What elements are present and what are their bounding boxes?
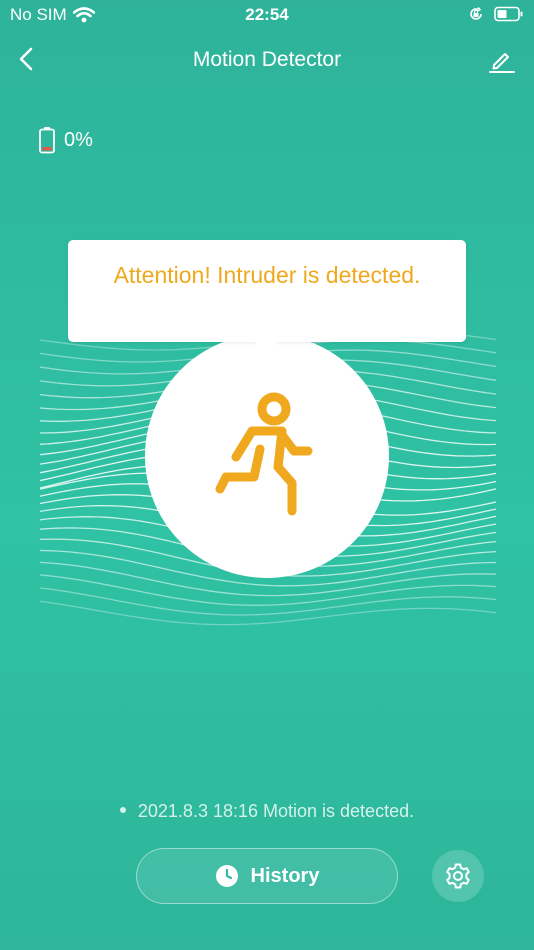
battery-level: 0% bbox=[64, 128, 93, 151]
alert-pointer bbox=[253, 340, 279, 353]
wave-line bbox=[40, 574, 497, 606]
alert-message: Attention! Intruder is detected. bbox=[113, 262, 421, 288]
history-label: History bbox=[250, 864, 320, 887]
wave-line bbox=[40, 587, 497, 616]
motion-status-circle bbox=[145, 334, 389, 578]
last-event-text: 2021.8.3 18:16 Motion is detected. bbox=[137, 801, 415, 821]
page-title: Motion Detector bbox=[192, 48, 342, 71]
status-right bbox=[468, 6, 524, 22]
gear-icon bbox=[446, 863, 470, 889]
status-bar: No SIM 22:54 bbox=[0, 0, 534, 30]
battery-indicator: 0% bbox=[38, 126, 93, 154]
nav-bar: Motion Detector bbox=[0, 38, 534, 82]
clock-icon bbox=[215, 865, 238, 887]
alert-bubble: Attention! Intruder is detected. bbox=[68, 240, 466, 342]
orientation-lock-icon bbox=[470, 7, 482, 20]
battery-icon bbox=[494, 6, 523, 22]
event-dot bbox=[119, 807, 126, 814]
edit-button[interactable] bbox=[488, 46, 516, 74]
history-button[interactable]: History bbox=[136, 848, 398, 904]
battery-low-icon bbox=[39, 127, 55, 154]
running-person-icon bbox=[215, 392, 313, 516]
status-time: 22:54 bbox=[245, 5, 289, 24]
settings-button[interactable] bbox=[432, 850, 484, 902]
last-event: 2021.8.3 18:16 Motion is detected. bbox=[0, 801, 534, 822]
pencil-icon bbox=[489, 53, 515, 73]
